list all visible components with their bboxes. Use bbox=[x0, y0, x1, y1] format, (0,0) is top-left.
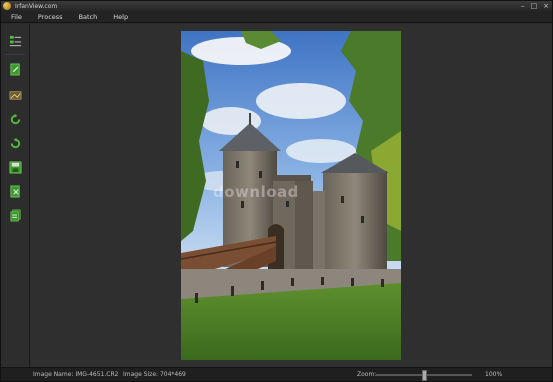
minimize-button[interactable]: – bbox=[521, 2, 525, 10]
rotate-left-button[interactable] bbox=[6, 134, 24, 152]
menu-batch[interactable]: Batch bbox=[79, 13, 98, 21]
image-canvas[interactable]: download bbox=[30, 24, 552, 368]
left-toolbar bbox=[1, 24, 30, 368]
castle-photo: download bbox=[181, 31, 401, 360]
save-button[interactable] bbox=[6, 158, 24, 176]
rotate-left-icon bbox=[10, 137, 20, 148]
save-icon bbox=[9, 161, 21, 173]
process-image-icon bbox=[9, 90, 21, 100]
menu-bar: File Process Batch Help bbox=[1, 11, 552, 23]
window-title: IrfanView.com bbox=[15, 2, 58, 10]
edit-document-icon bbox=[9, 63, 20, 75]
zoom-percentage: 100% bbox=[485, 371, 503, 378]
watermark-text: download bbox=[213, 183, 299, 201]
close-button[interactable]: × bbox=[543, 2, 549, 10]
thumbnails-button[interactable] bbox=[6, 32, 24, 50]
menu-file[interactable]: File bbox=[11, 13, 22, 21]
zoom-label: Zoom: bbox=[357, 371, 377, 378]
zoom-slider-handle[interactable] bbox=[422, 370, 427, 381]
rotate-right-button[interactable] bbox=[6, 110, 24, 128]
status-bar: Image Name: IMG-4651.CR2 Image Size: 704… bbox=[1, 367, 552, 381]
menu-help[interactable]: Help bbox=[113, 13, 128, 21]
process-button[interactable] bbox=[6, 86, 24, 104]
image-name-label: Image Name: IMG-4651.CR2 bbox=[33, 371, 119, 378]
toolbar-divider bbox=[5, 54, 25, 55]
title-bar: IrfanView.com – □ × bbox=[1, 1, 552, 11]
menu-process[interactable]: Process bbox=[38, 13, 63, 21]
thumbnails-icon bbox=[9, 35, 21, 46]
batch-button[interactable] bbox=[6, 206, 24, 224]
export-icon bbox=[9, 185, 20, 197]
app-window: IrfanView.com – □ × File Process Batch H… bbox=[0, 0, 553, 382]
batch-icon bbox=[10, 209, 20, 221]
image-size-label: Image Size: 704*469 bbox=[123, 371, 186, 378]
app-logo-icon bbox=[3, 2, 11, 10]
maximize-button[interactable]: □ bbox=[531, 2, 538, 10]
export-button[interactable] bbox=[6, 182, 24, 200]
edit-button[interactable] bbox=[6, 60, 24, 78]
rotate-right-icon bbox=[10, 113, 20, 124]
window-controls: – □ × bbox=[521, 2, 549, 10]
